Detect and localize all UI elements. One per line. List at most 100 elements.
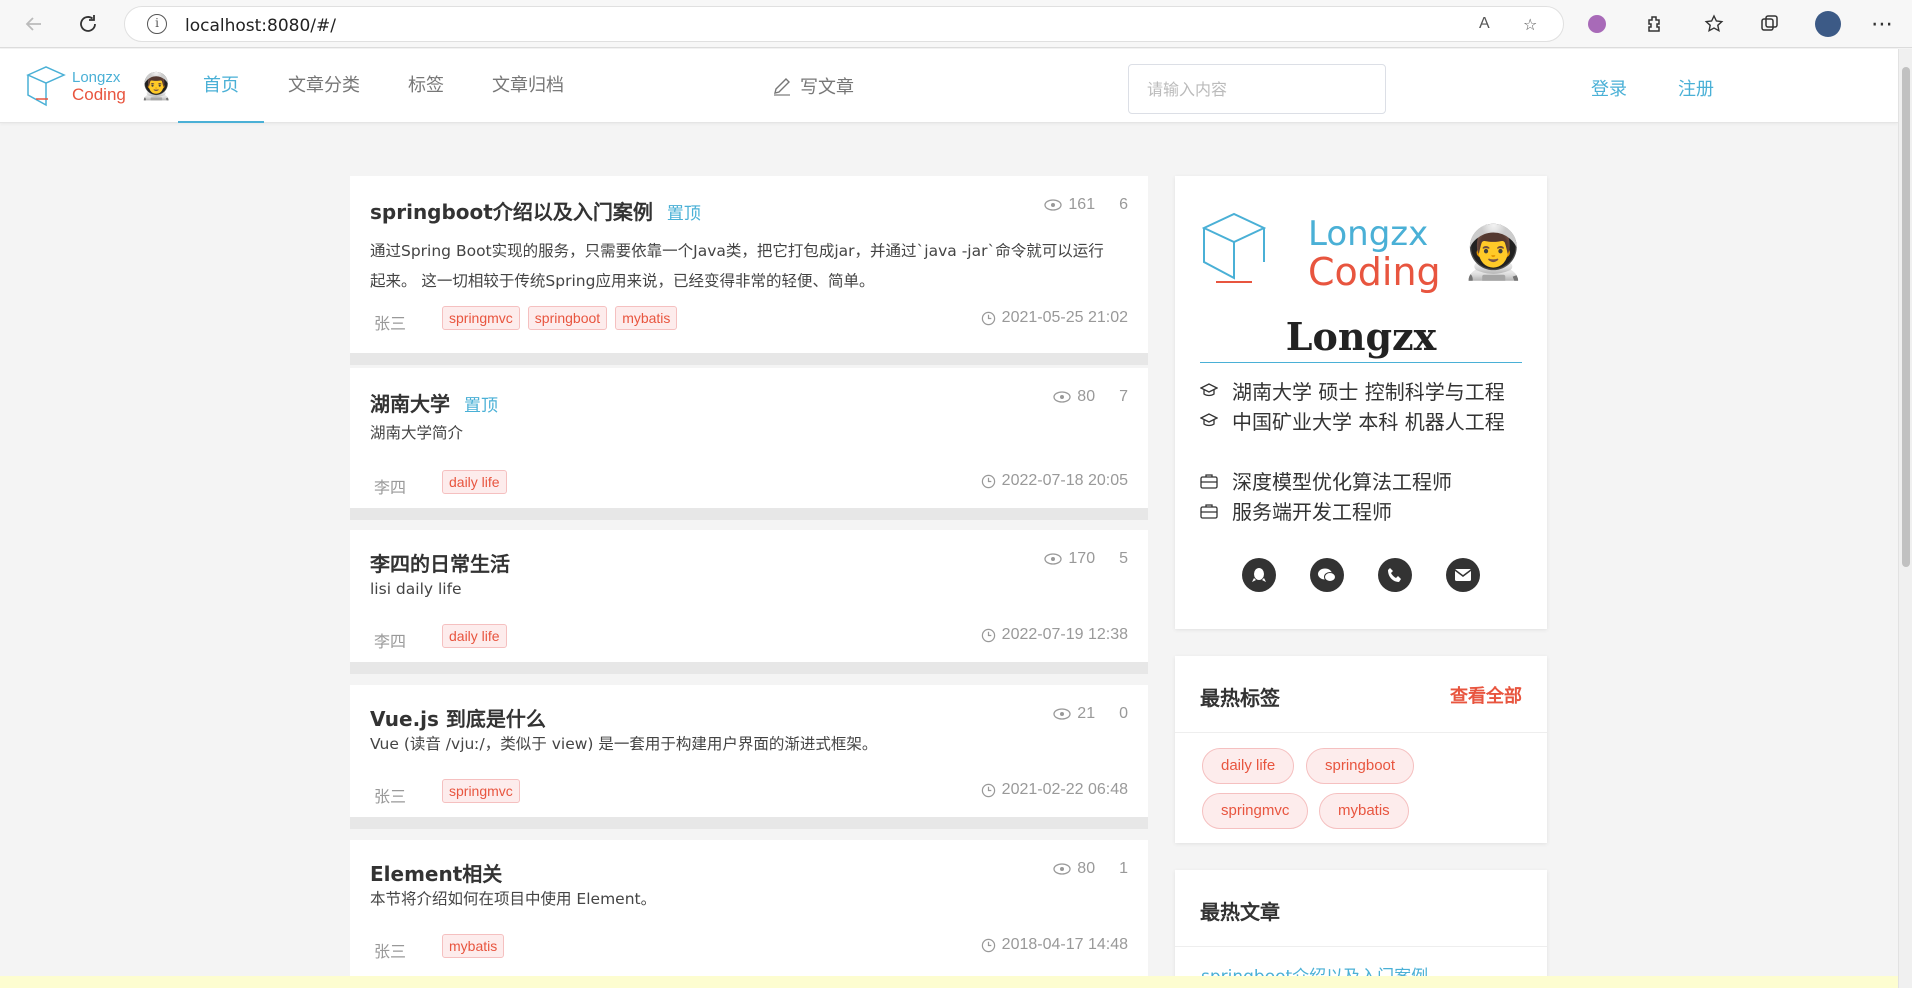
- article-date-text: 2022-07-19 12:38: [1001, 626, 1128, 643]
- address-bar[interactable]: i localhost:8080/#/ A ☆: [124, 6, 1564, 42]
- hot-articles-title: 最热文章: [1200, 900, 1280, 924]
- site-header: Longzx Coding 👨‍🚀 首页 文章分类 标签 文章归档 写文章 登录…: [0, 49, 1898, 123]
- article-title[interactable]: springboot介绍以及入门案例 置顶: [370, 196, 701, 225]
- article-card[interactable]: 李四的日常生活 170 5 lisi daily life 李四 daily l…: [350, 530, 1148, 674]
- article-card[interactable]: springboot介绍以及入门案例 置顶 161 6 通过Spring Boot…: [350, 176, 1148, 365]
- eye-icon: [1053, 708, 1071, 720]
- favorites-icon[interactable]: [1700, 10, 1728, 38]
- hot-tags-card: 最热标签 查看全部 daily life springboot springmv…: [1175, 656, 1547, 843]
- search-input[interactable]: [1128, 64, 1386, 114]
- article-tags: springmvc springboot mybatis: [442, 306, 678, 330]
- view-count: 170: [1068, 550, 1096, 567]
- clock-icon: [981, 938, 995, 952]
- tag-springmvc[interactable]: springmvc: [442, 779, 520, 803]
- tag-daily-life[interactable]: daily life: [442, 624, 507, 648]
- hot-tags-title: 最热标签: [1200, 686, 1280, 710]
- wechat-icon[interactable]: [1310, 558, 1344, 592]
- eye-icon: [1044, 199, 1063, 211]
- clock-icon: [981, 783, 995, 797]
- comment-count: 7: [1119, 388, 1128, 405]
- article-card[interactable]: 湖南大学 置顶 80 7 湖南大学简介 李四 daily life 2022-07…: [350, 368, 1148, 520]
- write-article-label: 写文章: [800, 77, 854, 98]
- pinned-label: 置顶: [666, 204, 701, 224]
- article-date-text: 2022-07-18 20:05: [1001, 472, 1128, 489]
- article-summary: Vue (读音 /vjuː/，类似于 view) 是一套用于构建用户界面的渐进式…: [370, 735, 878, 753]
- comment-count: 0: [1119, 705, 1128, 722]
- education-text: 湖南大学 硕士 控制科学与工程: [1232, 380, 1505, 404]
- job-text: 深度模型优化算法工程师: [1232, 470, 1452, 494]
- nav-home[interactable]: 首页: [178, 49, 264, 123]
- phone-icon[interactable]: [1378, 558, 1412, 592]
- tag-mybatis[interactable]: mybatis: [615, 306, 678, 330]
- article-date-text: 2021-05-25 21:02: [1001, 309, 1128, 326]
- comment-count: 6: [1119, 196, 1128, 213]
- astronaut-icon: 👨‍🚀: [140, 71, 173, 101]
- login-link[interactable]: 登录: [1591, 75, 1627, 101]
- comment-count: 1: [1119, 860, 1128, 877]
- article-stats: 21 0: [1053, 705, 1128, 723]
- hot-articles-card: 最热文章 springboot介绍以及入门案例: [1175, 870, 1547, 988]
- favorite-add-icon[interactable]: ☆: [1523, 15, 1537, 35]
- extension-avatar-icon[interactable]: [1583, 10, 1611, 38]
- more-options-icon[interactable]: ⋯: [1868, 10, 1896, 38]
- article-card[interactable]: Element相关 80 1 本节将介绍如何在项目中使用 Element。 张三…: [350, 840, 1148, 976]
- nav-tags[interactable]: 标签: [408, 49, 444, 123]
- profile-logo-line2: Coding: [1308, 250, 1441, 294]
- article-author: 张三: [374, 787, 407, 806]
- article-tags: springmvc: [442, 779, 520, 803]
- site-info-icon[interactable]: i: [147, 14, 167, 34]
- article-stats: 161 6: [1044, 196, 1128, 214]
- article-date-text: 2021-02-22 06:48: [1001, 781, 1128, 798]
- read-aloud-icon[interactable]: A: [1479, 15, 1490, 33]
- mail-icon[interactable]: [1446, 558, 1480, 592]
- article-title[interactable]: 李四的日常生活: [370, 548, 510, 577]
- card-divider: [1175, 946, 1547, 947]
- comment-count: 5: [1119, 550, 1128, 567]
- tag-mybatis[interactable]: mybatis: [442, 934, 505, 958]
- pinned-label: 置顶: [464, 396, 498, 416]
- see-all-link[interactable]: 查看全部: [1450, 682, 1522, 708]
- article-tags: daily life: [442, 470, 507, 494]
- briefcase-icon: [1200, 503, 1218, 519]
- job-row: 深度模型优化算法工程师: [1200, 466, 1452, 495]
- hot-tag-mybatis[interactable]: mybatis: [1319, 793, 1409, 829]
- url-text: localhost:8080/#/: [185, 16, 336, 36]
- pencil-icon: [774, 78, 790, 96]
- profile-avatar-icon[interactable]: [1814, 10, 1842, 38]
- article-card[interactable]: Vue.js 到底是什么 21 0 Vue (读音 /vjuː/，类似于 vie…: [350, 685, 1148, 829]
- hot-tag-daily-life[interactable]: daily life: [1202, 748, 1295, 784]
- tag-springmvc[interactable]: springmvc: [442, 306, 520, 330]
- article-title[interactable]: Vue.js 到底是什么: [370, 703, 546, 732]
- site-logo[interactable]: Longzx Coding 👨‍🚀: [24, 65, 174, 109]
- profile-card: Longzx Coding 👨‍🚀 Longzx 湖南大学 硕士 控制科学与工程…: [1175, 176, 1547, 629]
- register-link[interactable]: 注册: [1678, 75, 1714, 101]
- briefcase-icon: [1200, 473, 1218, 489]
- profile-divider: [1200, 362, 1522, 363]
- clock-icon: [981, 311, 995, 325]
- reload-icon[interactable]: [72, 8, 104, 40]
- qq-icon[interactable]: [1242, 558, 1276, 592]
- back-icon[interactable]: [18, 8, 50, 40]
- scrollbar-thumb[interactable]: [1902, 67, 1910, 567]
- tag-daily-life[interactable]: daily life: [442, 470, 507, 494]
- article-title-text[interactable]: springboot介绍以及入门案例: [370, 200, 653, 224]
- article-title-text[interactable]: 湖南大学: [370, 392, 450, 416]
- graduation-cap-icon: [1200, 382, 1218, 396]
- view-count: 80: [1077, 388, 1096, 405]
- nav-archive[interactable]: 文章归档: [492, 49, 564, 123]
- article-tags: daily life: [442, 624, 507, 648]
- article-title[interactable]: 湖南大学 置顶: [370, 388, 498, 417]
- collections-icon[interactable]: [1755, 10, 1783, 38]
- write-article-button[interactable]: 写文章: [772, 73, 854, 99]
- article-author: 李四: [374, 632, 407, 651]
- job-text: 服务端开发工程师: [1232, 500, 1392, 524]
- article-title[interactable]: Element相关: [370, 858, 502, 887]
- extensions-icon[interactable]: [1640, 10, 1668, 38]
- tag-springboot[interactable]: springboot: [527, 306, 608, 330]
- hot-tag-springboot[interactable]: springboot: [1306, 748, 1415, 784]
- view-count: 80: [1077, 860, 1096, 877]
- nav-categories[interactable]: 文章分类: [288, 49, 360, 123]
- hot-tag-springmvc[interactable]: springmvc: [1202, 793, 1309, 829]
- page-scrollbar[interactable]: [1898, 49, 1912, 988]
- article-summary: lisi daily life: [370, 580, 462, 598]
